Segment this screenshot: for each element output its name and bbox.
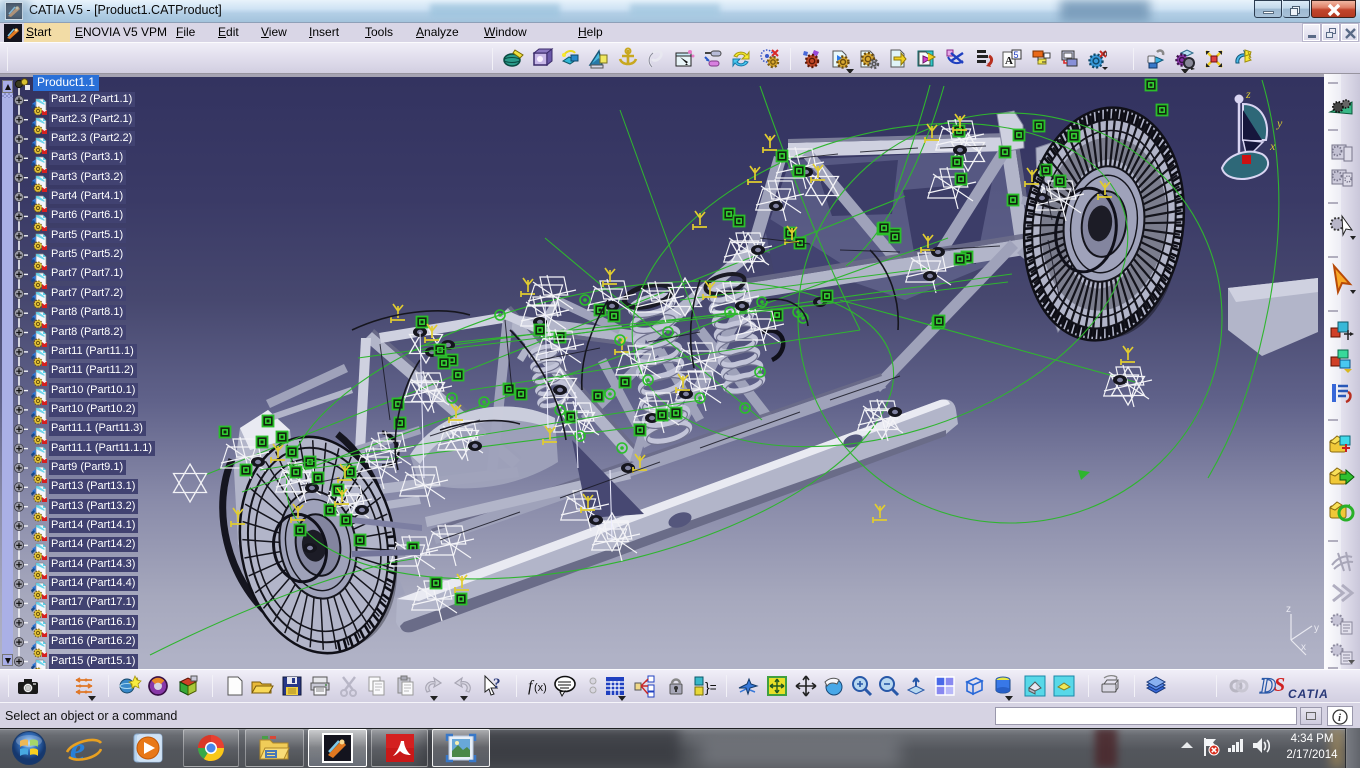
svg-text:5: 5 — [1014, 50, 1019, 60]
svg-text:n: n — [1103, 49, 1107, 58]
svg-text:(x): (x) — [534, 682, 547, 694]
svg-text:?: ? — [493, 676, 501, 692]
svg-text:S: S — [1274, 674, 1285, 696]
svg-text:CATIA: CATIA — [1288, 687, 1329, 701]
svg-text:z: z — [1286, 604, 1291, 615]
svg-text:y: y — [1276, 116, 1283, 130]
svg-text:y: y — [1314, 623, 1319, 634]
svg-text:x: x — [1269, 139, 1276, 153]
svg-text:i: i — [1338, 712, 1342, 724]
svg-text:}=: }= — [705, 679, 716, 695]
svg-text:x: x — [1301, 642, 1306, 653]
svg-text:z: z — [1245, 87, 1251, 101]
